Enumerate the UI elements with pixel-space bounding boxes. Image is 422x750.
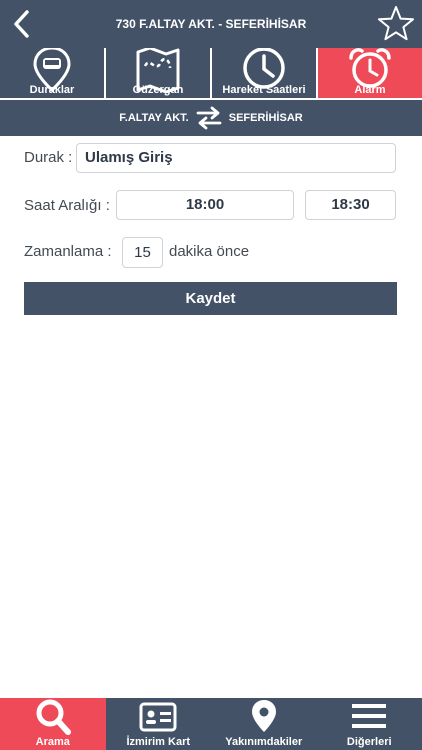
id-card-icon xyxy=(139,702,177,732)
nav-label: Arama xyxy=(35,736,70,748)
tab-alarm[interactable]: Alarm xyxy=(318,48,422,98)
menu-icon xyxy=(352,704,387,728)
nav-arama[interactable]: Arama xyxy=(0,698,106,750)
tab-hareket-saatleri[interactable]: Hareket Saatleri xyxy=(212,48,318,98)
direction-to: SEFERİHİSAR xyxy=(228,112,303,124)
tab-label: Duraklar xyxy=(29,84,75,96)
stop-field[interactable]: Ulamış Giriş xyxy=(76,143,396,173)
stop-label: Durak : xyxy=(24,149,73,166)
timing-minutes-input[interactable]: 15 xyxy=(122,237,163,268)
nav-label: Yakınımdakiler xyxy=(225,736,303,748)
tab-label: Alarm xyxy=(354,84,386,96)
route-tabs: Duraklar Güzergah Hareket Saatleri Alarm xyxy=(0,48,422,98)
tab-label: Güzergah xyxy=(132,84,184,96)
direction-from: F.ALTAY AKT. xyxy=(119,112,189,124)
nav-label: İzmirim Kart xyxy=(126,736,191,748)
star-outline-icon[interactable] xyxy=(376,4,416,44)
save-button[interactable]: Kaydet xyxy=(24,282,397,315)
search-icon xyxy=(36,699,71,735)
time-range-label: Saat Aralığı : xyxy=(24,197,110,214)
bottom-nav: Arama İzmirim Kart Yakınımdakiler Diğerl… xyxy=(0,698,422,750)
nav-izmirim-kart[interactable]: İzmirim Kart xyxy=(106,698,212,750)
timing-suffix: dakika önce xyxy=(169,243,250,260)
nav-digerleri[interactable]: Diğerleri xyxy=(317,698,422,750)
nav-label: Diğerleri xyxy=(346,736,392,748)
swap-arrows-icon[interactable] xyxy=(195,106,223,130)
tab-duraklar[interactable]: Duraklar xyxy=(0,48,106,98)
chevron-left-icon[interactable] xyxy=(8,8,36,40)
top-bar: 730 F.ALTAY AKT. - SEFERİHİSAR xyxy=(0,0,422,48)
location-pin-icon xyxy=(251,700,276,732)
time-start-field[interactable]: 18:00 xyxy=(116,190,294,220)
page-title: 730 F.ALTAY AKT. - SEFERİHİSAR xyxy=(115,17,307,31)
direction-bar[interactable]: F.ALTAY AKT. SEFERİHİSAR xyxy=(0,100,422,136)
timing-label: Zamanlama : xyxy=(24,243,112,260)
time-end-field[interactable]: 18:30 xyxy=(305,190,396,220)
tab-guzergah[interactable]: Güzergah xyxy=(106,48,212,98)
tab-label: Hareket Saatleri xyxy=(222,84,306,96)
nav-yakinimdakiler[interactable]: Yakınımdakiler xyxy=(211,698,317,750)
